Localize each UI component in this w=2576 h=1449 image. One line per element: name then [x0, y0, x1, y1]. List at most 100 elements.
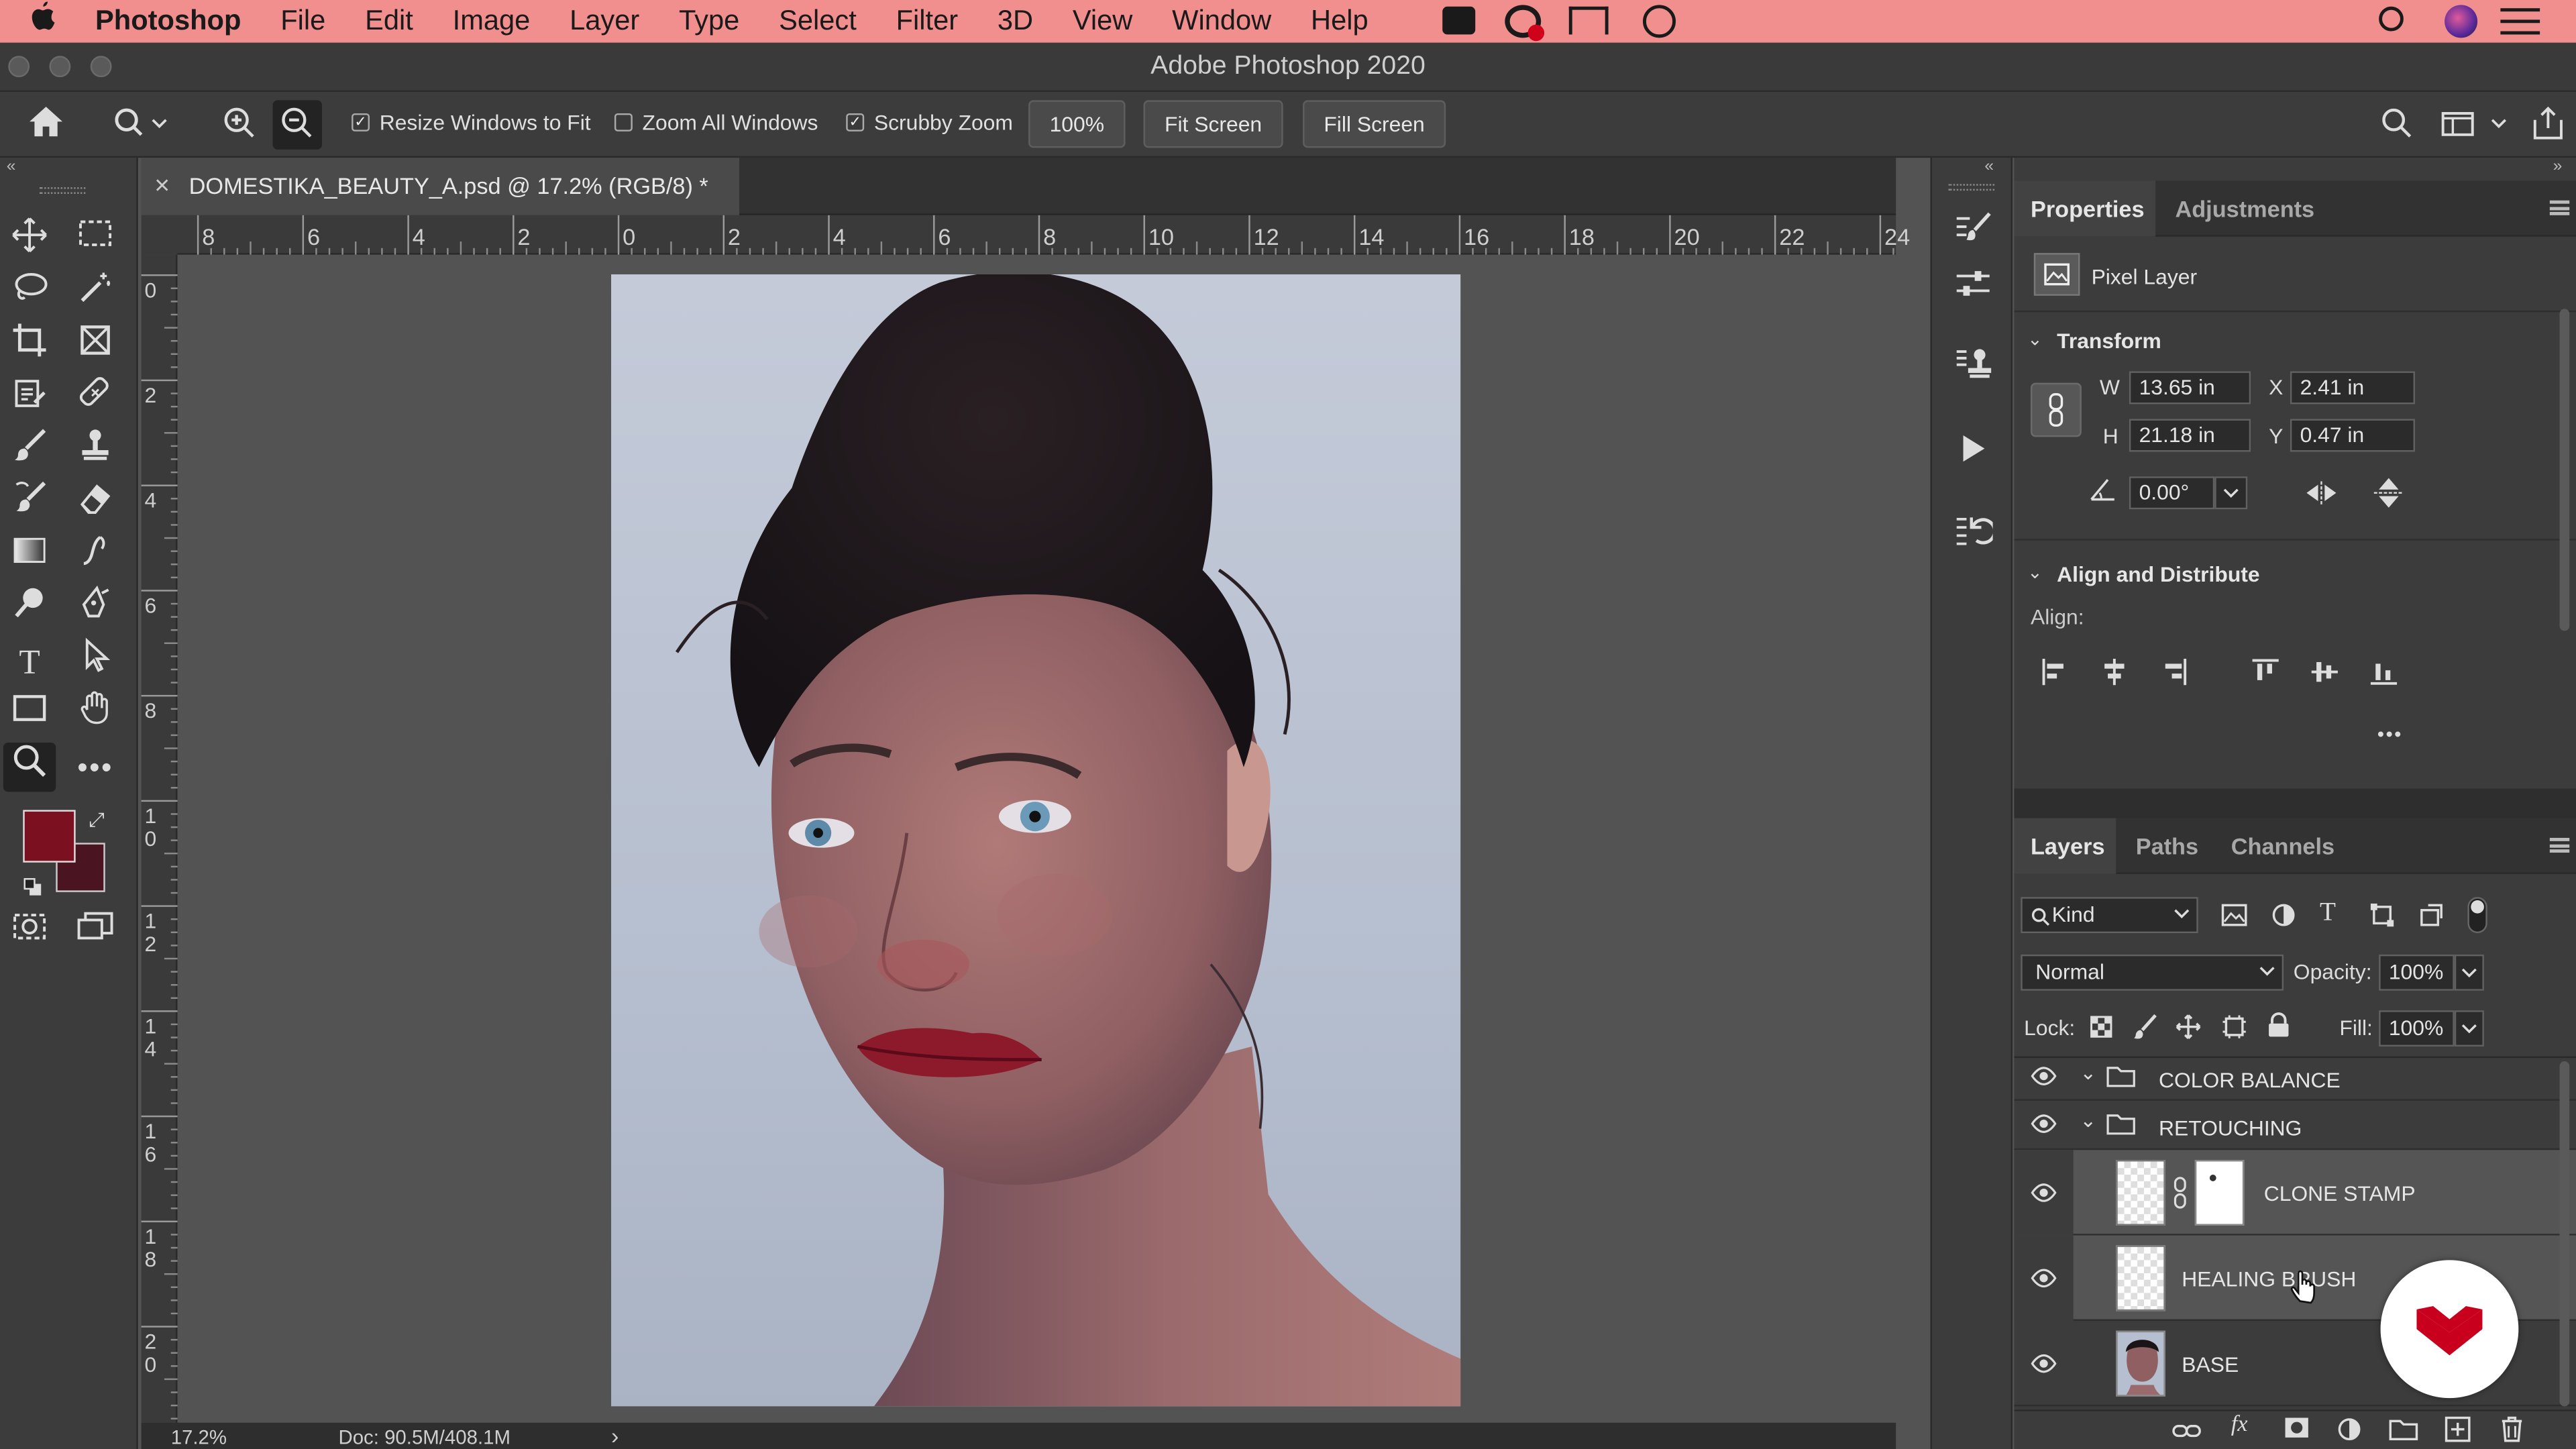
status-menu-arrow[interactable]: ›: [611, 1423, 619, 1449]
menu-filter[interactable]: Filter: [876, 0, 977, 43]
visibility-eye-icon[interactable]: [2031, 1065, 2057, 1093]
add-layer-mask-icon[interactable]: [2284, 1416, 2310, 1448]
window-close-button[interactable]: [8, 56, 30, 78]
menu-help[interactable]: Help: [1291, 0, 1388, 43]
menu-image[interactable]: Image: [433, 0, 549, 43]
magic-wand-tool-icon[interactable]: [69, 270, 121, 319]
eraser-tool-icon[interactable]: [69, 480, 121, 529]
tab-paths[interactable]: Paths: [2119, 818, 2214, 874]
layer-mask-thumbnail[interactable]: [2194, 1159, 2245, 1226]
lock-image-pixels-icon[interactable]: [2133, 1014, 2159, 1048]
link-dimensions-button[interactable]: [2030, 382, 2082, 437]
menu-window[interactable]: Window: [1152, 0, 1291, 43]
actions-play-icon[interactable]: [1951, 431, 1994, 470]
angle-dropdown[interactable]: [2214, 476, 2248, 510]
menu-view[interactable]: View: [1053, 0, 1152, 43]
share-icon[interactable]: [2530, 105, 2566, 142]
properties-scrollbar[interactable]: [2559, 309, 2570, 631]
brush-tool-icon[interactable]: [3, 427, 56, 476]
spotlight-search-icon[interactable]: [2379, 6, 2404, 32]
workspace-switcher-icon[interactable]: [2440, 109, 2512, 142]
zoom-level-field[interactable]: 17.2%: [171, 1426, 227, 1449]
menu-select[interactable]: Select: [759, 0, 876, 43]
foreground-color-swatch[interactable]: [23, 810, 76, 863]
crop-tool-icon[interactable]: [3, 322, 56, 371]
type-tool-icon[interactable]: T: [3, 637, 56, 686]
horizontal-ruler[interactable]: 8 6 4 2 0 2 4 6 8 10 12 14 16 18 20 22 24: [177, 215, 1910, 255]
layer-style-fx-icon[interactable]: fx: [2231, 1413, 2248, 1439]
eyedropper-tool-icon[interactable]: [3, 374, 56, 423]
fill-screen-button[interactable]: Fill Screen: [1303, 100, 1446, 148]
apple-icon[interactable]: [0, 0, 76, 43]
right-panel-collapse-icon[interactable]: »: [2553, 158, 2563, 176]
window-zoom-button[interactable]: [90, 56, 112, 78]
lock-position-icon[interactable]: [2175, 1014, 2201, 1048]
layer-row-color-balance[interactable]: ⌄ COLOR BALANCE: [2014, 1058, 2576, 1101]
dodge-tool-icon[interactable]: [3, 585, 56, 634]
new-layer-icon[interactable]: [2445, 1416, 2471, 1449]
align-right-edges-icon[interactable]: [2159, 657, 2188, 687]
swap-colors-icon[interactable]: ⤢: [89, 808, 105, 833]
default-colors-icon[interactable]: [23, 875, 42, 896]
history-icon[interactable]: [1951, 513, 1996, 555]
align-horizontal-centers-icon[interactable]: [2100, 657, 2129, 687]
new-group-icon[interactable]: [2389, 1417, 2418, 1449]
layers-panel-menu-icon[interactable]: [2549, 837, 2570, 853]
dock-collapse-icon[interactable]: «: [1984, 158, 1994, 176]
transform-section-title[interactable]: Transform: [2057, 329, 2161, 354]
height-input[interactable]: 21.18 in: [2129, 419, 2251, 452]
healing-brush-tool-icon[interactable]: [69, 374, 121, 423]
properties-panel-menu-icon[interactable]: [2549, 200, 2570, 215]
layer-row-clone-stamp[interactable]: CLONE STAMP: [2014, 1150, 2576, 1236]
scrubby-zoom-checkbox[interactable]: ✓: [846, 113, 865, 131]
vertical-ruler[interactable]: 0 2 4 6 8 1 0 1 2 1 4 1 6 1 8 2 0: [141, 254, 178, 1423]
zoom-100-button[interactable]: 100%: [1028, 100, 1126, 148]
hand-tool-icon[interactable]: [69, 690, 121, 739]
time-machine-icon[interactable]: [1643, 5, 1676, 38]
opacity-input[interactable]: 100%: [2379, 954, 2455, 991]
menu-type[interactable]: Type: [659, 0, 759, 43]
angle-input[interactable]: 0.00°: [2129, 476, 2215, 510]
ruler-origin[interactable]: [141, 215, 178, 255]
y-position-input[interactable]: 0.47 in: [2290, 419, 2416, 452]
layer-thumbnail[interactable]: [2116, 1245, 2165, 1311]
flip-horizontal-icon[interactable]: [2303, 480, 2339, 506]
layer-row-retouching[interactable]: ⌄ RETOUCHING: [2014, 1101, 2576, 1150]
transform-chevron-icon[interactable]: ⌄: [2027, 329, 2043, 350]
creative-cloud-icon[interactable]: [1442, 6, 1476, 35]
tab-adjustments[interactable]: Adjustments: [2159, 180, 2331, 236]
smudge-tool-icon[interactable]: [69, 532, 121, 581]
more-tools-icon[interactable]: •••: [69, 743, 121, 792]
zoom-tool-icon[interactable]: [3, 742, 56, 792]
menu-file[interactable]: File: [261, 0, 345, 43]
visibility-eye-icon[interactable]: [2031, 1112, 2057, 1140]
mask-link-icon[interactable]: [2172, 1176, 2188, 1214]
lock-all-icon[interactable]: [2267, 1012, 2290, 1046]
visibility-eye-icon[interactable]: [2031, 1267, 2057, 1295]
filter-shape-layers-icon[interactable]: [2369, 902, 2395, 936]
width-input[interactable]: 13.65 in: [2129, 371, 2251, 405]
align-top-edges-icon[interactable]: [2251, 657, 2280, 687]
filter-pixel-layers-icon[interactable]: [2221, 902, 2247, 936]
zoom-out-icon[interactable]: [272, 100, 323, 150]
cc-sync-icon[interactable]: [1505, 5, 1545, 42]
menu-layer[interactable]: Layer: [550, 0, 659, 43]
filter-toggle-switch[interactable]: [2467, 897, 2487, 934]
pen-tool-icon[interactable]: [69, 585, 121, 634]
rectangle-tool-icon[interactable]: [3, 690, 56, 739]
layer-thumbnail[interactable]: [2116, 1330, 2165, 1397]
align-section-title[interactable]: Align and Distribute: [2057, 562, 2259, 587]
notification-center-icon[interactable]: [2500, 8, 2540, 35]
document-size-info[interactable]: Doc: 90.5M/408.1M: [338, 1426, 510, 1449]
visibility-eye-icon[interactable]: [2031, 1181, 2057, 1210]
image-canvas[interactable]: [611, 274, 1461, 1407]
panel-grip[interactable]: [39, 187, 86, 194]
clone-source-icon[interactable]: [1951, 345, 1994, 384]
document-tab[interactable]: × DOMESTIKA_BEAUTY_A.psd @ 17.2% (RGB/8)…: [141, 158, 740, 215]
filter-smart-objects-icon[interactable]: [2418, 902, 2445, 936]
app-menu-photoshop[interactable]: Photoshop: [76, 0, 261, 43]
tab-layers[interactable]: Layers: [2014, 818, 2116, 874]
link-layers-icon[interactable]: [2172, 1419, 2202, 1449]
lasso-tool-icon[interactable]: [3, 270, 56, 319]
align-left-edges-icon[interactable]: [2041, 657, 2070, 687]
